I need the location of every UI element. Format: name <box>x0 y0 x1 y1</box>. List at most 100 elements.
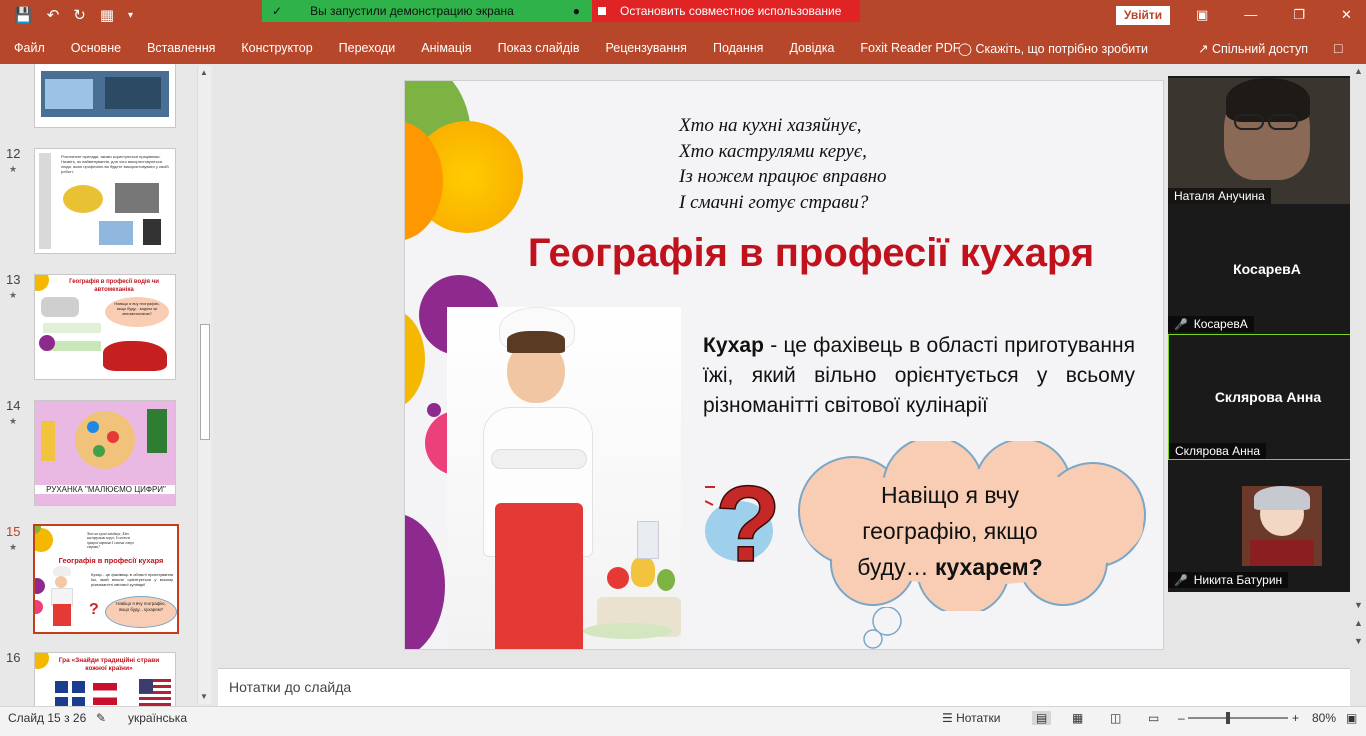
tab-5[interactable]: Анімація <box>421 41 471 55</box>
notes-icon: ☰ <box>942 711 953 725</box>
thumbnail-scrollbar[interactable]: ▲ ▼ <box>197 66 211 704</box>
poem-line: І смачні готує страви? <box>679 191 869 213</box>
slide-title: Географія в професії кухаря <box>527 231 1095 275</box>
fit-slide-icon[interactable]: ▣ <box>1346 711 1357 725</box>
tell-me-search[interactable]: ◯ Скажіть, що потрібно зробити <box>958 41 1148 56</box>
thumb-title: РУХАНКА "МАЛЮЄМО ЦИФРИ" <box>35 485 175 494</box>
lightbulb-icon: ◯ <box>958 42 972 56</box>
participant-name: 🎤 КосаревА <box>1168 316 1254 332</box>
tab-3[interactable]: Конструктор <box>241 41 312 55</box>
chef-image <box>447 307 681 649</box>
zoom-slider-knob[interactable] <box>1226 712 1230 724</box>
cloud-bubble-small <box>863 607 902 649</box>
language-indicator[interactable]: українська <box>128 711 187 725</box>
tab-10[interactable]: Foxit Reader PDF <box>860 41 960 55</box>
definition-body: - це фахівець в області приготування їжі… <box>703 334 1135 417</box>
scroll-up-icon[interactable]: ▲ <box>1354 66 1363 76</box>
participant-tile[interactable]: 🎤 Никита Батурин <box>1168 462 1366 588</box>
tab-8[interactable]: Подання <box>713 41 763 55</box>
zoom-in-icon[interactable]: + <box>1292 711 1299 725</box>
star-icon: ★ <box>9 542 18 552</box>
notes-placeholder: Нотатки до слайда <box>229 679 352 695</box>
customize-qat-icon[interactable]: ▾ <box>128 7 133 25</box>
poem-line: Хто каструлями керує, <box>679 140 867 162</box>
tab-1[interactable]: Основне <box>71 41 121 55</box>
tab-7[interactable]: Рецензування <box>605 41 686 55</box>
star-icon: ★ <box>9 290 18 300</box>
participant-tile[interactable]: Наталя Анучина <box>1168 78 1366 204</box>
tab-4[interactable]: Переходи <box>339 41 396 55</box>
scroll-thumb[interactable] <box>200 324 210 440</box>
minimize-icon[interactable]: — <box>1244 7 1257 23</box>
save-icon[interactable]: 💾 <box>14 7 33 25</box>
participant-name: Склярова Анна <box>1169 443 1267 459</box>
definition-text: Кухар - це фахівець в області приготуван… <box>703 331 1135 421</box>
slide-sorter-icon[interactable]: ▦ <box>1072 711 1083 725</box>
undo-icon[interactable]: ↶ <box>47 7 60 25</box>
share-status-label: Вы запустили демонстрацию экрана <box>310 4 514 18</box>
slideshow-icon[interactable]: ▭ <box>1148 711 1159 725</box>
cloud-line-part: буду… <box>857 554 935 580</box>
slide-thumbnail-15[interactable]: Хто на кухні хазяйнує, Хто каструлями ке… <box>33 524 179 634</box>
slide-scrollbar[interactable]: ▲ ▼ ▲ ▼ <box>1350 64 1366 706</box>
question-mark-icon: ? <box>705 462 782 579</box>
slide-poem: Хто на кухні хазяйнує, Хто каструлями ке… <box>679 113 887 215</box>
zoom-out-icon[interactable]: – <box>1178 711 1185 725</box>
decor-circle <box>427 403 441 417</box>
scroll-down-icon[interactable]: ▼ <box>200 692 208 701</box>
thumb-title: Гра «Знайди традиційні страви кожної кра… <box>58 657 160 672</box>
cloud-line: географію, якщо <box>862 518 1038 544</box>
share-label: Спільний доступ <box>1211 42 1309 56</box>
slide-number: 12 <box>6 146 21 161</box>
tab-2[interactable]: Вставлення <box>147 41 215 55</box>
tab-0[interactable]: Файл <box>14 41 45 55</box>
participant-tile[interactable]: КосаревА 🎤 КосаревА <box>1168 206 1366 332</box>
star-icon: ★ <box>9 164 18 174</box>
slide-thumbnail-12[interactable]: Розгляньте прилади, якими користуються п… <box>34 148 176 254</box>
slide-thumbnail-16[interactable]: Гра «Знайди традиційні страви кожної кра… <box>34 652 176 706</box>
screen-share-banner: ✓ Вы запустили демонстрацию экрана ● Ост… <box>262 0 860 22</box>
comments-icon[interactable]: □ <box>1334 40 1342 56</box>
zoom-slider[interactable] <box>1188 717 1288 719</box>
question-mark-icon: ? <box>89 601 99 618</box>
redo-icon[interactable]: ↻ <box>73 7 86 25</box>
scroll-down-icon[interactable]: ▼ <box>1354 600 1363 610</box>
shield-icon: ● <box>572 4 580 18</box>
quick-access-toolbar: 💾 ↶ ↻ ▦ ▾ <box>14 7 133 25</box>
next-slide-icon[interactable]: ▼ <box>1354 636 1363 646</box>
avatar <box>1242 486 1322 566</box>
stop-share-button[interactable]: Остановить совместное использование <box>592 0 860 22</box>
share-button[interactable]: ↗ Спільний доступ <box>1198 41 1308 56</box>
pin-icon[interactable]: ✓ <box>272 4 282 18</box>
normal-view-icon[interactable]: ▤ <box>1032 711 1052 725</box>
share-status: ✓ Вы запустили демонстрацию экрана ● <box>262 0 592 22</box>
slide-number: 16 <box>6 650 21 665</box>
thumb-cloud-text: Навіщо я вчу географію, якщо буду... кух… <box>116 601 166 612</box>
notes-pane[interactable]: Нотатки до слайда <box>218 668 1350 706</box>
slide-canvas[interactable]: Хто на кухні хазяйнує, Хто каструлями ке… <box>404 80 1164 650</box>
sign-in-button[interactable]: Увійти <box>1116 6 1170 25</box>
slide-thumbnail-11[interactable] <box>34 64 176 128</box>
star-icon: ★ <box>9 416 18 426</box>
prev-slide-icon[interactable]: ▲ <box>1354 618 1363 628</box>
definition-term: Кухар <box>703 334 764 357</box>
zoom-level[interactable]: 80% <box>1312 711 1336 725</box>
tab-list: Файл Основне Вставлення Конструктор Переходи… <box>14 41 986 55</box>
participant-tile-active[interactable]: Склярова Анна Склярова Анна <box>1168 334 1366 460</box>
restore-icon[interactable]: ❐ <box>1293 7 1305 23</box>
window-controls: ▣ — ❐ ✕ <box>1196 7 1352 23</box>
tab-9[interactable]: Довідка <box>789 41 834 55</box>
share-icon: ↗ <box>1198 42 1209 56</box>
slide-thumbnail-14[interactable]: РУХАНКА "МАЛЮЄМО ЦИФРИ" <box>34 400 176 506</box>
participant-name-label: КосаревА <box>1193 317 1248 331</box>
close-icon[interactable]: ✕ <box>1341 7 1352 23</box>
tab-6[interactable]: Показ слайдів <box>498 41 580 55</box>
present-icon[interactable]: ▦ <box>100 7 114 25</box>
ribbon-display-icon[interactable]: ▣ <box>1196 7 1208 23</box>
spellcheck-icon[interactable]: ✎ <box>96 711 106 725</box>
scroll-up-icon[interactable]: ▲ <box>200 68 208 77</box>
slide-thumbnail-13[interactable]: Географія в професії водія чи автомехані… <box>34 274 176 380</box>
thumb-text: Розгляньте прилади, якими користуються п… <box>61 154 169 174</box>
notes-toggle[interactable]: ☰ Нотатки <box>942 711 1000 725</box>
reading-view-icon[interactable]: ◫ <box>1110 711 1121 725</box>
